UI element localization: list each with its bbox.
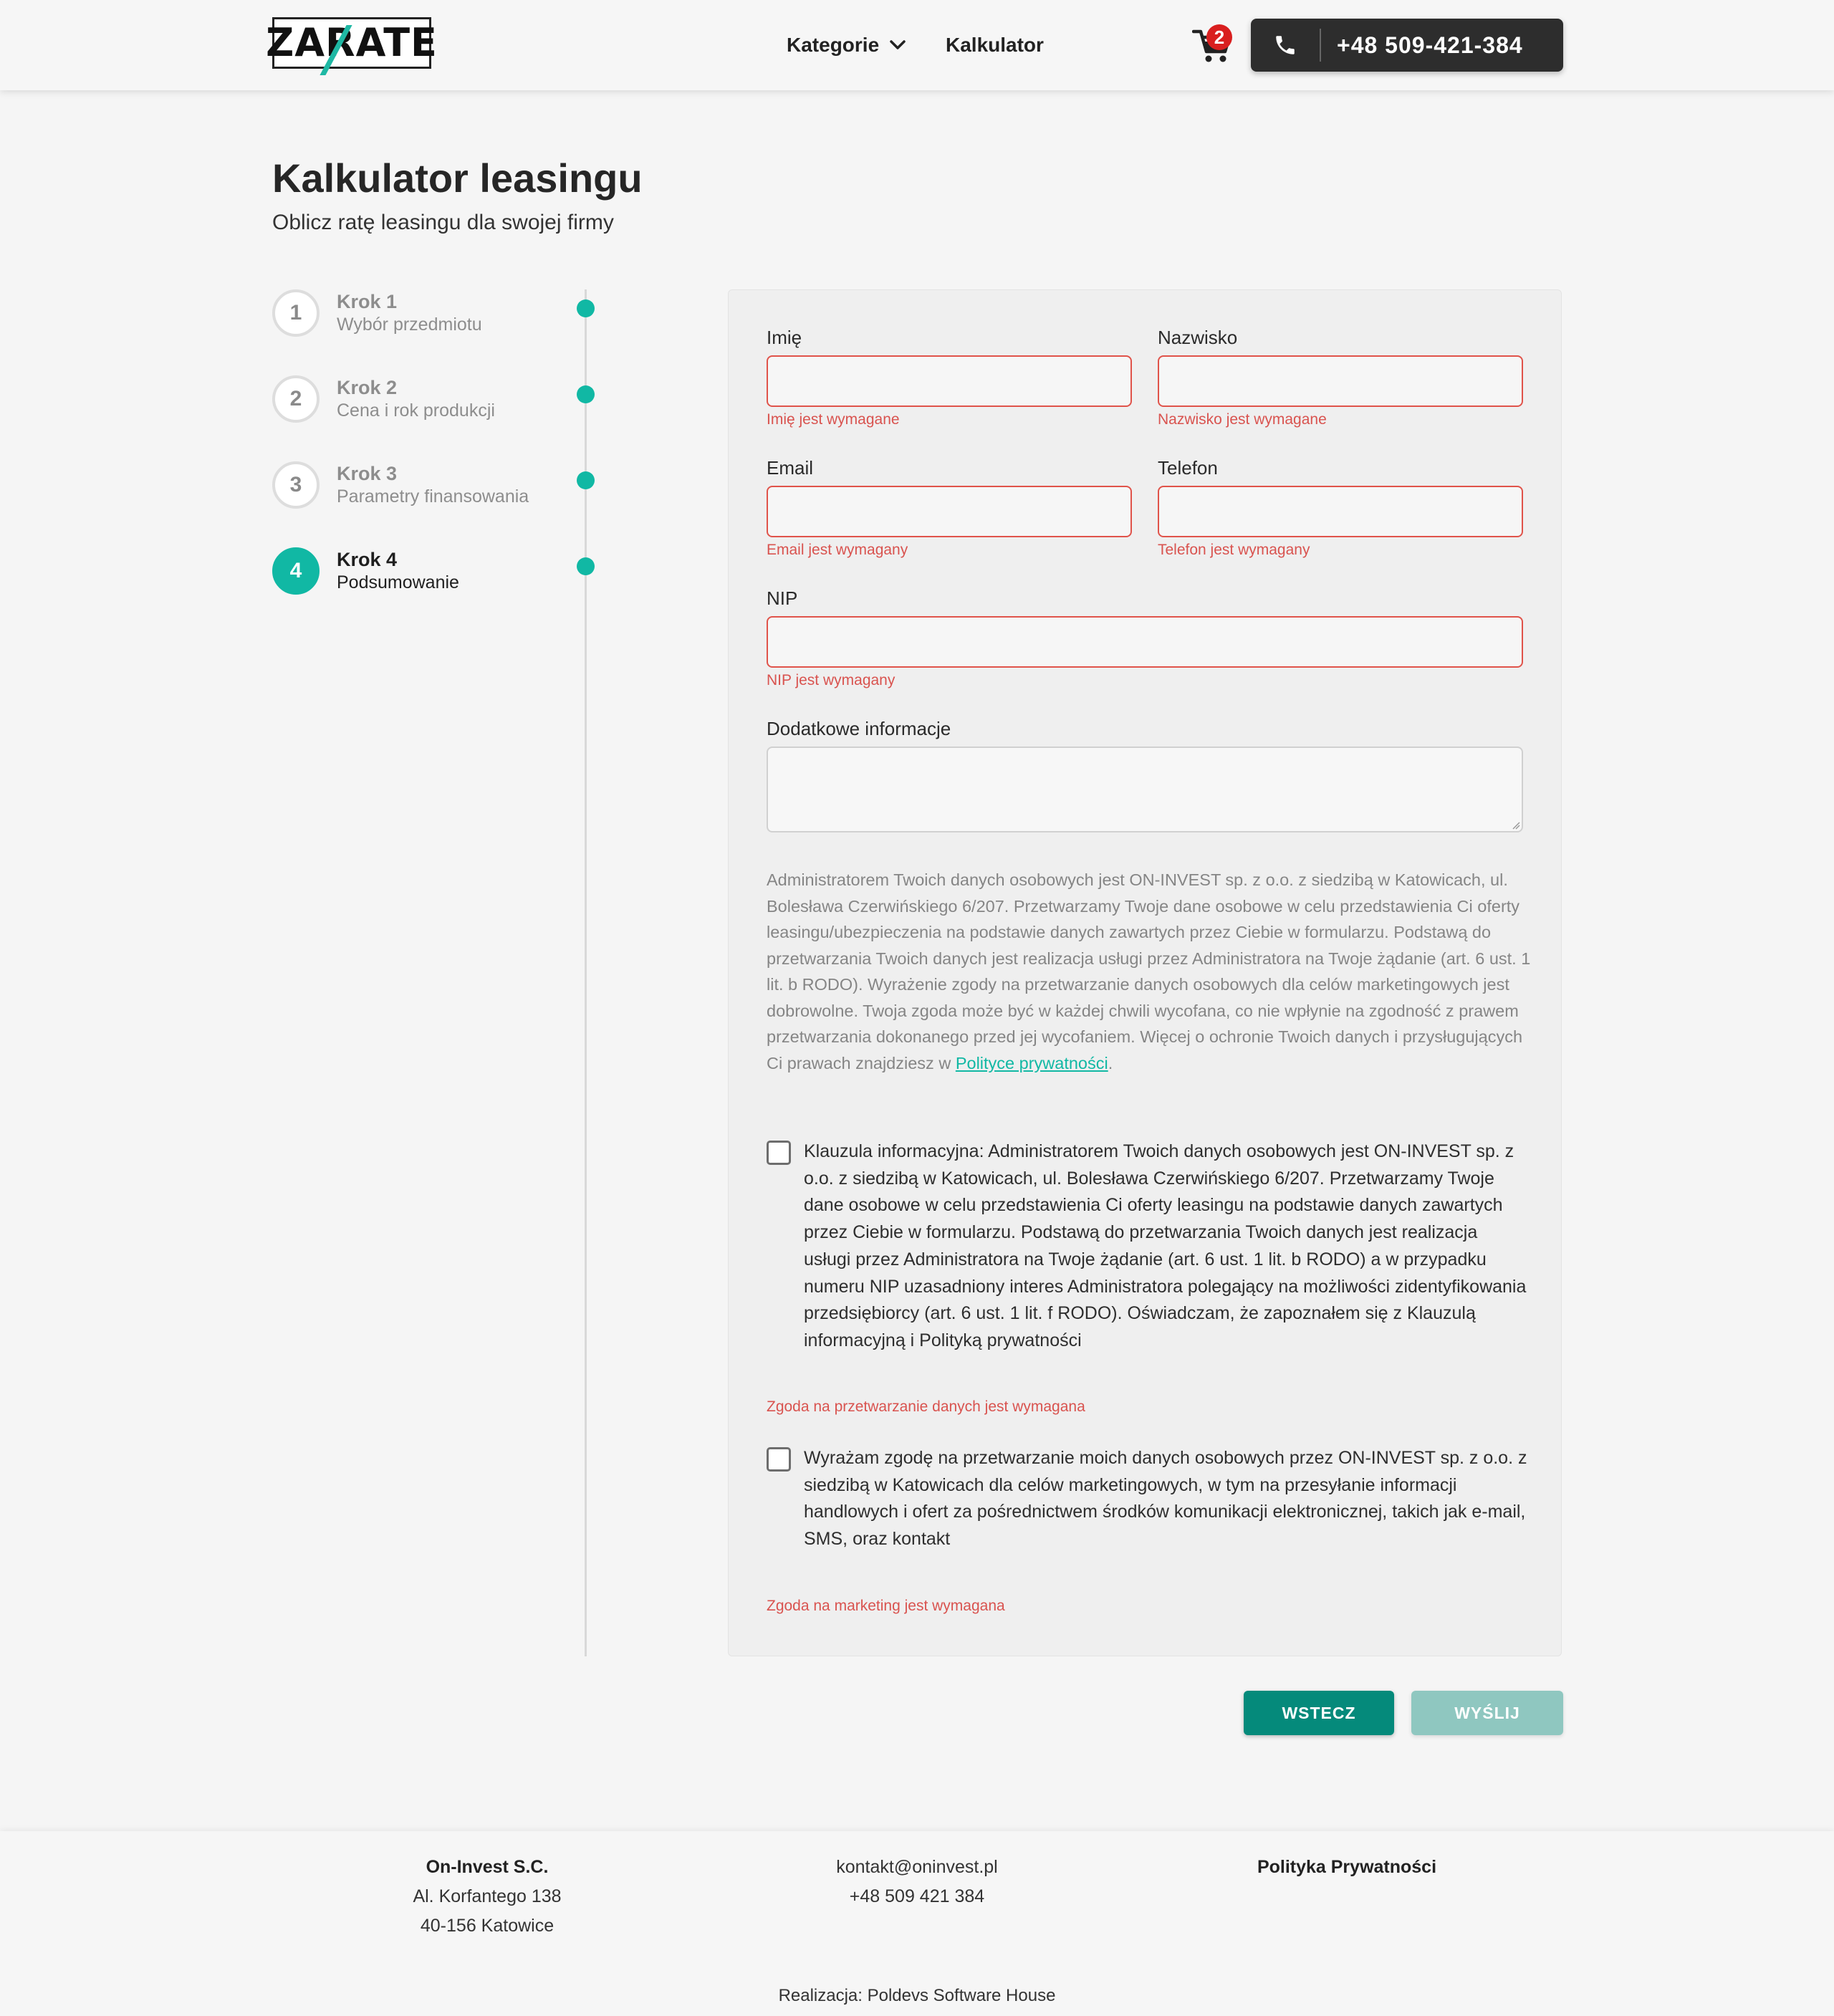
- step-2-dot: [577, 385, 595, 403]
- nip-input[interactable]: [767, 616, 1523, 668]
- step-1[interactable]: 1 Krok 1 Wybór przedmiotu: [272, 289, 587, 347]
- step-2[interactable]: 2 Krok 2 Cena i rok produkcji: [272, 375, 587, 433]
- site-footer: On-Invest S.C. Al. Korfantego 138 40-156…: [0, 1831, 1834, 2016]
- step-title: Krok 1: [337, 291, 398, 312]
- consent-data-text: Klauzula informacyjna: Administratorem T…: [804, 1141, 1527, 1350]
- step-number: 1: [272, 289, 320, 337]
- last-name-error: Nazwisko jest wymagane: [1158, 411, 1327, 428]
- page-subtitle: Oblicz ratę leasingu dla swojej firmy: [272, 211, 614, 234]
- nav-kalkulator[interactable]: Kalkulator: [946, 32, 1044, 59]
- site-header: ZARATE Kategorie Kalkulator 2 +48 509-42…: [0, 0, 1834, 90]
- nav-kategorie[interactable]: Kategorie: [787, 32, 906, 59]
- consent-data-error: Zgoda na przetwarzanie danych jest wymag…: [767, 1398, 1085, 1415]
- consent-marketing-error: Zgoda na marketing jest wymagana: [767, 1598, 1005, 1614]
- footer-privacy-link[interactable]: Polityka Prywatności: [1257, 1857, 1436, 1877]
- step-description: Cena i rok produkcji: [337, 400, 495, 421]
- step-description: Parametry finansowania: [337, 486, 529, 507]
- privacy-notice-text: Administratorem Twoich danych osobowych …: [767, 870, 1531, 1072]
- privacy-policy-link[interactable]: Polityce prywatności: [956, 1054, 1108, 1072]
- step-description: Podsumowanie: [337, 572, 459, 592]
- nav-kategorie-label: Kategorie: [787, 34, 880, 56]
- phone-button[interactable]: +48 509-421-384: [1251, 19, 1563, 72]
- footer-company-name: On-Invest S.C.: [426, 1857, 549, 1877]
- back-button[interactable]: WSTECZ: [1244, 1691, 1394, 1735]
- footer-contact: kontakt@oninvest.pl +48 509 421 384: [774, 1853, 1060, 1911]
- page-title: Kalkulator leasingu: [272, 155, 643, 201]
- last-name-input[interactable]: [1158, 355, 1523, 407]
- step-number: 4: [272, 547, 320, 595]
- nip-error: NIP jest wymagany: [767, 672, 896, 688]
- phone-icon: [1251, 19, 1320, 72]
- chevron-down-icon: [890, 40, 906, 49]
- extra-info-label: Dodatkowe informacje: [767, 718, 951, 739]
- footer-address-line1: Al. Korfantego 138: [413, 1886, 562, 1906]
- footer-email[interactable]: kontakt@oninvest.pl: [774, 1853, 1060, 1882]
- step-1-dot: [577, 299, 595, 317]
- footer-phone[interactable]: +48 509 421 384: [774, 1882, 1060, 1911]
- step-title: Krok 4: [337, 549, 398, 570]
- footer-credit: Realizacja: Poldevs Software House: [778, 1986, 1056, 2005]
- footer-company: On-Invest S.C. Al. Korfantego 138 40-156…: [344, 1853, 630, 1941]
- email-input[interactable]: [767, 486, 1132, 537]
- step-number: 2: [272, 375, 320, 423]
- phone-number: +48 509-421-384: [1337, 32, 1523, 58]
- consent-data-checkbox[interactable]: [767, 1141, 791, 1165]
- footer-links: Polityka Prywatności: [1204, 1853, 1490, 1882]
- phone-error: Telefon jest wymagany: [1158, 542, 1310, 558]
- step-4-dot: [577, 557, 595, 575]
- first-name-error: Imię jest wymagane: [767, 411, 900, 428]
- nav-kalkulator-label: Kalkulator: [946, 34, 1044, 56]
- cart-count-badge: 2: [1206, 24, 1232, 50]
- resize-handle-icon[interactable]: [1512, 821, 1520, 830]
- logo[interactable]: ZARATE: [266, 17, 437, 75]
- consent-marketing-checkbox[interactable]: [767, 1447, 791, 1472]
- step-3-dot: [577, 471, 595, 489]
- first-name-label: Imię: [767, 327, 802, 348]
- phone-label: Telefon: [1158, 457, 1218, 479]
- last-name-label: Nazwisko: [1158, 327, 1238, 348]
- footer-address-line2: 40-156 Katowice: [420, 1916, 554, 1936]
- step-number: 3: [272, 461, 320, 509]
- privacy-notice-end: .: [1108, 1053, 1113, 1072]
- extra-info-textarea[interactable]: [767, 747, 1523, 832]
- logo-text: ZARATE: [266, 20, 438, 65]
- step-3[interactable]: 3 Krok 3 Parametry finansowania: [272, 461, 587, 519]
- send-button[interactable]: WYŚLIJ: [1411, 1691, 1563, 1735]
- first-name-input[interactable]: [767, 355, 1132, 407]
- nip-label: NIP: [767, 587, 798, 609]
- privacy-notice: Administratorem Twoich danych osobowych …: [767, 867, 1533, 1076]
- phone-input[interactable]: [1158, 486, 1523, 537]
- email-label: Email: [767, 457, 814, 479]
- step-4[interactable]: 4 Krok 4 Podsumowanie: [272, 547, 587, 605]
- consent-marketing-text: Wyrażam zgodę na przetwarzanie moich dan…: [804, 1448, 1527, 1550]
- email-error: Email jest wymagany: [767, 542, 908, 558]
- step-description: Wybór przedmiotu: [337, 315, 482, 335]
- step-title: Krok 3: [337, 463, 398, 484]
- step-title: Krok 2: [337, 377, 398, 398]
